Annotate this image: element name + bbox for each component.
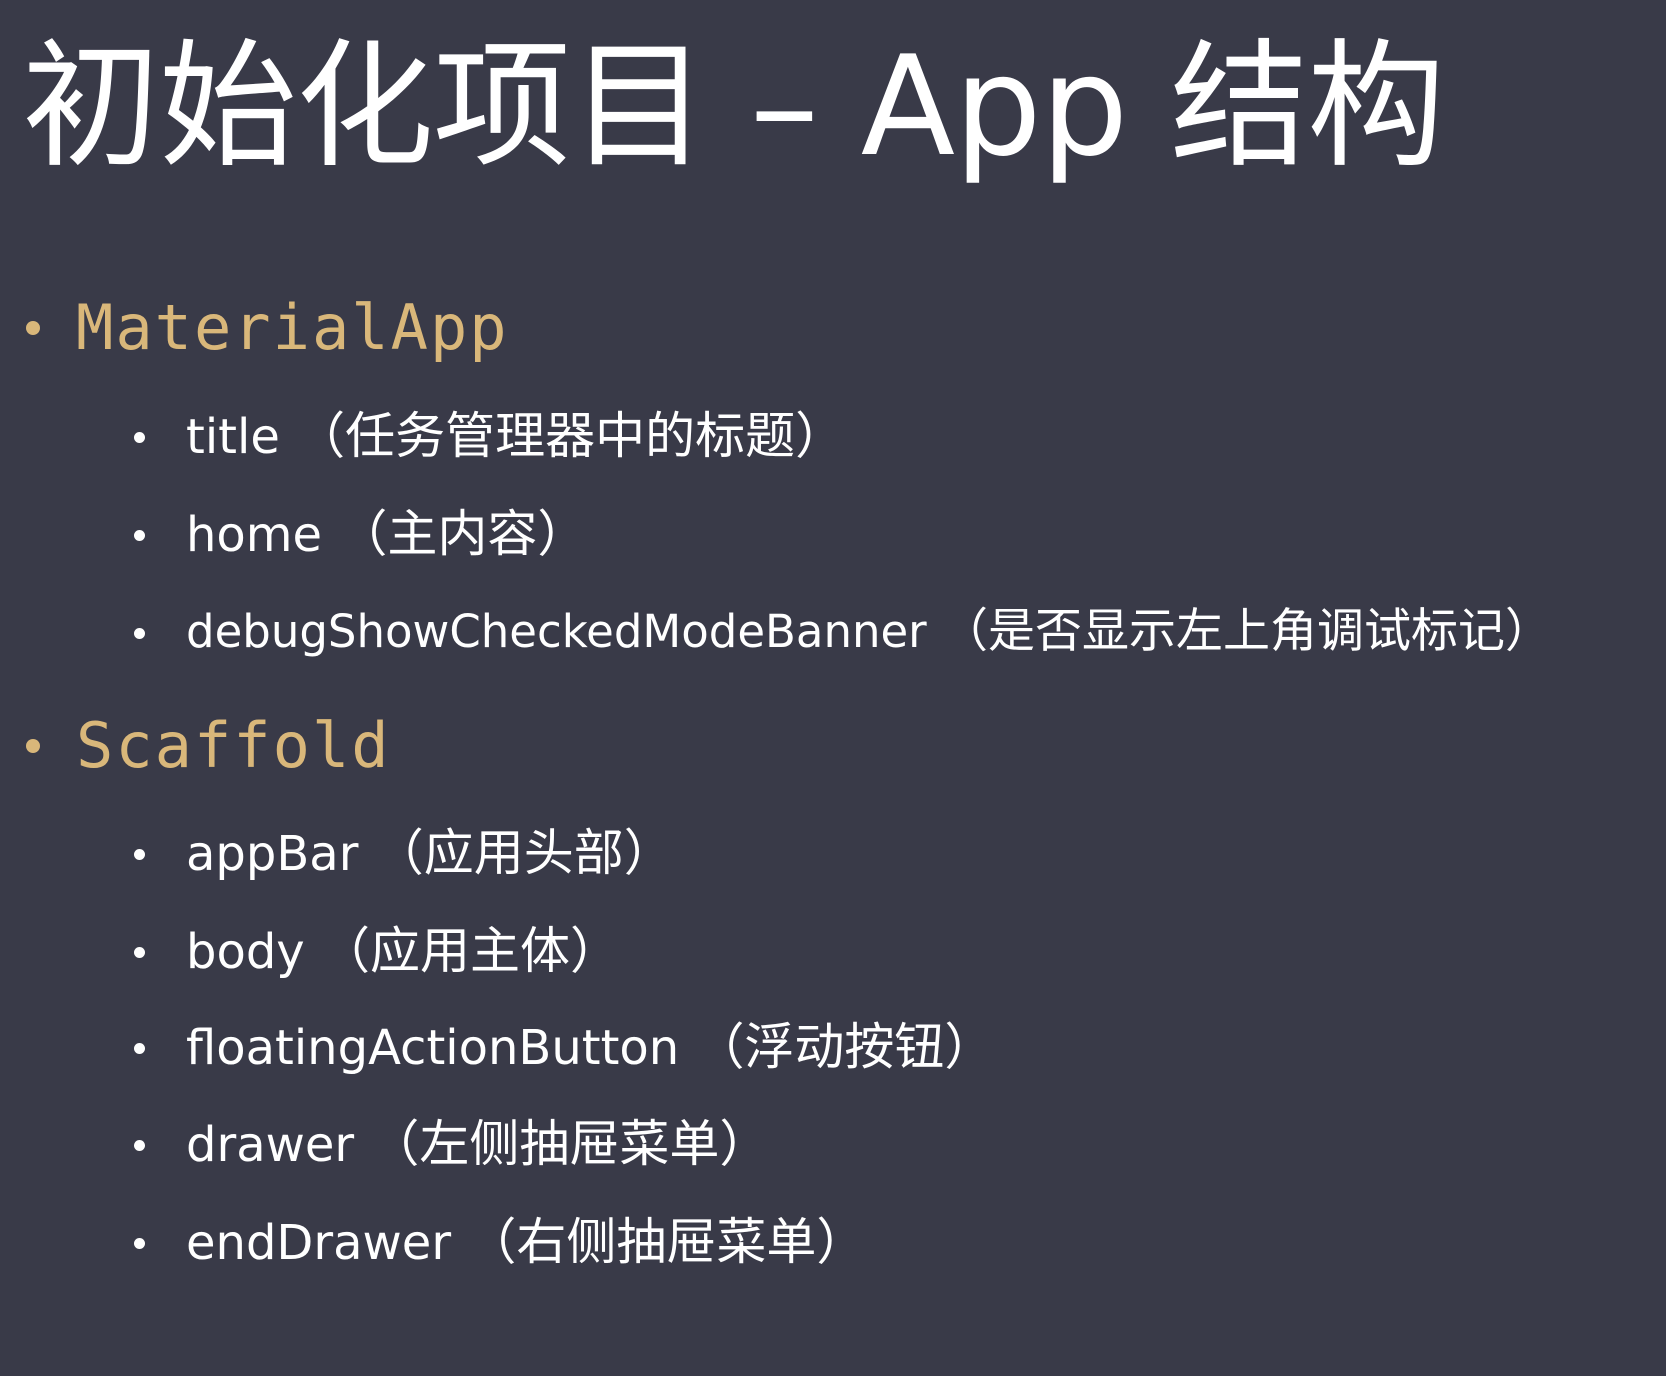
bullet-icon [134, 1140, 145, 1151]
bullet-icon [134, 530, 145, 541]
item-key: debugShowCheckedModeBanner [186, 605, 927, 658]
section-label: Scaffold [76, 709, 391, 782]
slide: 初始化项目 – App 结构 MaterialApp title （任务管理器中… [0, 0, 1666, 1376]
item-text: floatingActionButton （浮动按钮） [186, 1007, 994, 1088]
item-text: appBar （应用头部） [186, 813, 674, 894]
bullet-icon [134, 1043, 145, 1054]
item-key: endDrawer [186, 1215, 452, 1271]
section-bullet-icon [26, 739, 40, 753]
bullet-icon [134, 849, 145, 860]
item-key: appBar [186, 826, 359, 882]
section-label: MaterialApp [76, 291, 509, 364]
section-bullet-icon [26, 321, 40, 335]
bullet-icon [134, 947, 145, 958]
item-text: drawer （左侧抽屉菜单） [186, 1104, 769, 1185]
item-text: title （任务管理器中的标题） [186, 396, 845, 477]
item-note: （右侧抽屉菜单） [466, 1213, 867, 1271]
item-key: body [186, 924, 305, 980]
item-key: drawer [186, 1117, 355, 1173]
bullet-icon [134, 628, 145, 639]
item-key: title [186, 409, 280, 465]
item-text: endDrawer （右侧抽屉菜单） [186, 1202, 866, 1283]
item-text: debugShowCheckedModeBanner （是否显示左上角调试标记） [186, 592, 1552, 672]
item-key: floatingActionButton [186, 1020, 680, 1076]
item-text: body （应用主体） [186, 911, 620, 992]
item-note: （是否显示左上角调试标记） [941, 604, 1552, 659]
item-note: （应用头部） [373, 824, 674, 882]
item-key: home [186, 507, 323, 563]
item-note: （浮动按钮） [694, 1018, 995, 1076]
bullet-icon [134, 432, 145, 443]
bullet-icon [134, 1238, 145, 1249]
item-note: （左侧抽屉菜单） [369, 1115, 770, 1173]
item-note: （应用主体） [319, 922, 620, 980]
slide-title: 初始化项目 – App 结构 [22, 26, 1445, 187]
item-text: home （主内容） [186, 494, 587, 575]
item-note: （主内容） [337, 505, 588, 563]
item-note: （任务管理器中的标题） [295, 407, 846, 465]
